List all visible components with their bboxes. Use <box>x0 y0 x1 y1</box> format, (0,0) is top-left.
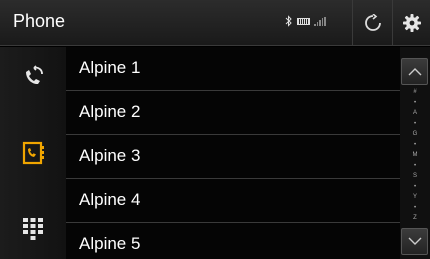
contact-row[interactable]: Alpine 2 <box>66 91 400 135</box>
refresh-icon <box>364 14 381 31</box>
contact-name: Alpine 3 <box>79 146 141 165</box>
header-bar: Phone <box>0 0 430 46</box>
contact-row[interactable]: Alpine 5 <box>66 223 400 259</box>
alphabet-index[interactable]: # • A • G • M • S • Y • Z <box>400 89 430 221</box>
recent-calls-icon <box>26 65 43 84</box>
contact-name: Alpine 4 <box>79 190 141 209</box>
contact-row[interactable]: Alpine 3 <box>66 135 400 179</box>
index-letter[interactable]: # <box>413 89 416 95</box>
index-letter[interactable]: S <box>413 173 417 179</box>
sidebar-item-recent-calls[interactable] <box>0 47 66 107</box>
contact-name: Alpine 5 <box>79 234 141 253</box>
contact-name: Alpine 2 <box>79 102 141 121</box>
contact-row[interactable]: Alpine 4 <box>66 179 400 223</box>
index-letter[interactable]: A <box>413 110 417 116</box>
sidebar <box>0 47 66 259</box>
index-dot: • <box>413 162 417 169</box>
scroll-up-button[interactable] <box>401 58 428 85</box>
keypad-icon <box>23 218 43 240</box>
contact-list: Alpine 1 Alpine 2 Alpine 3 Alpine 4 Alpi… <box>66 47 400 259</box>
index-dot: • <box>413 141 417 148</box>
status-icons <box>285 15 326 27</box>
bluetooth-icon <box>285 15 292 27</box>
battery-icon <box>297 17 310 25</box>
sidebar-item-contacts[interactable] <box>0 123 66 183</box>
index-letter[interactable]: Y <box>413 194 417 200</box>
index-dot: • <box>413 204 417 211</box>
signal-icon <box>314 16 326 26</box>
settings-button[interactable] <box>392 0 430 46</box>
page-title: Phone <box>13 11 66 31</box>
refresh-button[interactable] <box>352 0 392 46</box>
alphabet-index-bar[interactable]: # • A • G • M • S • Y • Z <box>400 47 430 259</box>
sidebar-item-keypad[interactable] <box>0 199 66 259</box>
chevron-down-icon <box>408 237 421 245</box>
index-dot: • <box>413 183 417 190</box>
contact-name: Alpine 1 <box>79 58 141 77</box>
index-letter[interactable]: G <box>413 131 418 137</box>
chevron-up-icon <box>408 68 421 76</box>
index-dot: • <box>413 120 417 127</box>
gear-icon <box>402 14 421 32</box>
index-letter[interactable]: Z <box>413 215 417 221</box>
scroll-down-button[interactable] <box>401 228 428 255</box>
index-dot: • <box>413 99 417 106</box>
contacts-icon <box>22 141 44 165</box>
index-letter[interactable]: M <box>413 152 418 158</box>
contact-row[interactable]: Alpine 1 <box>66 47 400 91</box>
